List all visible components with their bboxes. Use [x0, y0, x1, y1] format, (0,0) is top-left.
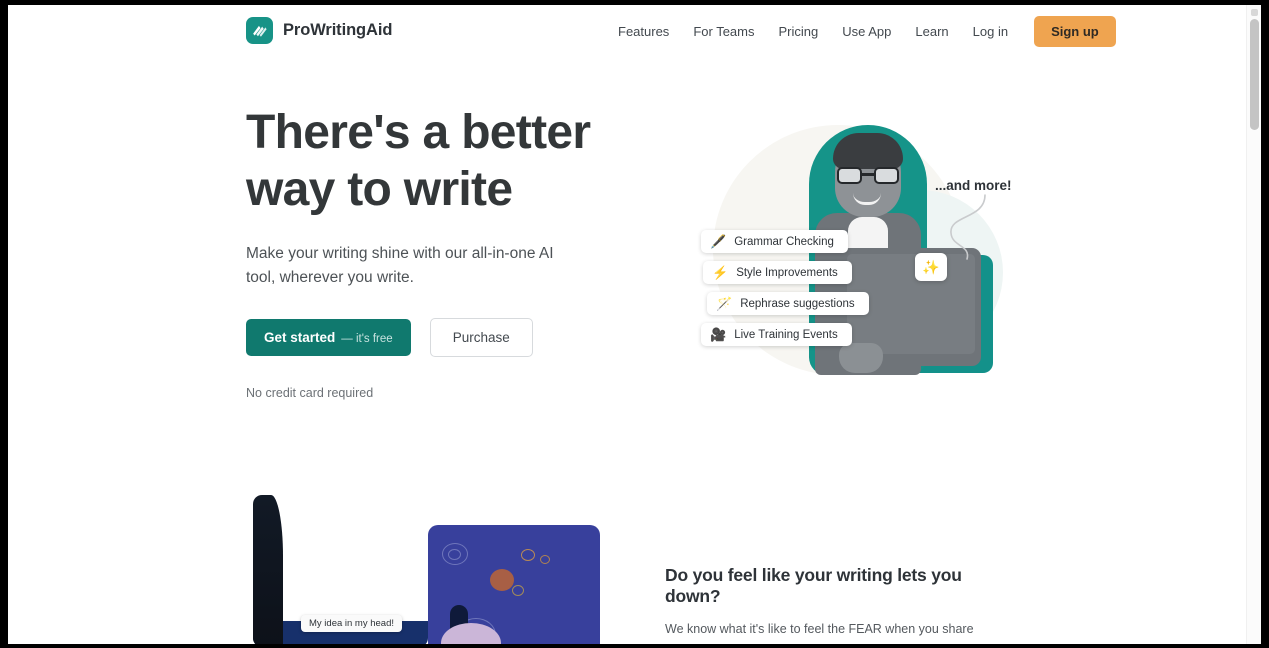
hero-subtitle: Make your writing shine with our all-in-…: [246, 245, 554, 287]
magic-wand-icon: 🪄: [716, 296, 733, 311]
starry-night-illustration: My idea in my head!: [246, 495, 600, 644]
brand-name: ProWritingAid: [283, 21, 393, 39]
sign-up-button[interactable]: Sign up: [1034, 16, 1116, 47]
swirl-shape: [448, 549, 461, 560]
person-hair: [833, 133, 903, 169]
vertical-scrollbar[interactable]: [1246, 5, 1261, 644]
brand-logo-link[interactable]: ProWritingAid: [246, 17, 392, 44]
hero-cta-group: Get started — it's free Purchase: [246, 318, 646, 358]
main-navigation: Features For Teams Pricing Use App Learn…: [606, 16, 1116, 47]
idea-caption-label: My idea in my head!: [301, 615, 403, 632]
and-more-label: ...and more!: [935, 178, 1012, 193]
feature-pill-style-improvements: ⚡ Style Improvements: [703, 261, 852, 284]
no-credit-card-note: No credit card required: [246, 386, 374, 401]
glasses-left-lens: [837, 167, 862, 184]
quill-pen-icon: 🖋️: [710, 234, 727, 249]
feature-pill-label: Rephrase suggestions: [740, 297, 855, 310]
section-body-text: We know what it's like to feel the FEAR …: [665, 622, 991, 644]
lower-section-copy: Do you feel like your writing lets you d…: [665, 565, 1015, 644]
nav-item-features[interactable]: Features: [606, 18, 681, 45]
swirl-shape: [540, 555, 550, 564]
nav-item-use-app[interactable]: Use App: [830, 18, 903, 45]
person-hand: [839, 343, 883, 373]
swirl-shape: [490, 569, 514, 591]
purchase-button[interactable]: Purchase: [429, 318, 533, 358]
hero-illustration: 🖋️ Grammar Checking ⚡ Style Improvements…: [663, 105, 1063, 405]
get-started-button[interactable]: Get started — it's free: [246, 319, 411, 357]
curved-arrow-icon: [950, 194, 986, 260]
get-started-note: — it's free: [341, 333, 393, 346]
swirl-shape: [521, 549, 535, 561]
feature-pill-live-training-events: 🎥 Live Training Events: [701, 323, 852, 346]
scrollbar-up-button[interactable]: [1251, 9, 1258, 16]
get-started-label: Get started: [264, 330, 336, 346]
feature-pill-label: Grammar Checking: [734, 235, 834, 248]
nav-item-learn[interactable]: Learn: [903, 18, 960, 45]
painting-cypress-tree: [253, 495, 283, 644]
webpage-content: ProWritingAid Features For Teams Pricing…: [8, 5, 1246, 644]
feature-pill-grammar-checking: 🖋️ Grammar Checking: [701, 230, 848, 253]
page-title: There's a better way to write: [246, 106, 591, 216]
lightning-bolt-icon: ⚡: [712, 265, 729, 280]
hero-copy: There's a better way to write Make your …: [246, 105, 646, 400]
scrollbar-thumb[interactable]: [1250, 19, 1259, 130]
nav-item-log-in[interactable]: Log in: [961, 18, 1020, 45]
eyeglasses-icon: [837, 167, 899, 184]
feature-pill-rephrase-suggestions: 🪄 Rephrase suggestions: [707, 292, 869, 315]
nav-item-for-teams[interactable]: For Teams: [681, 18, 766, 45]
browser-window: ProWritingAid Features For Teams Pricing…: [0, 0, 1269, 648]
glasses-right-lens: [874, 167, 899, 184]
page-viewport: ProWritingAid Features For Teams Pricing…: [8, 5, 1261, 644]
video-camera-icon: 🎥: [710, 327, 727, 342]
hero-feature-pills: 🖋️ Grammar Checking ⚡ Style Improvements…: [695, 230, 869, 346]
swirl-shape: [512, 585, 524, 596]
feature-pill-label: Live Training Events: [734, 328, 838, 341]
site-header: ProWritingAid Features For Teams Pricing…: [8, 5, 1246, 61]
glasses-bridge: [862, 173, 874, 176]
nav-item-pricing[interactable]: Pricing: [766, 18, 830, 45]
book-pages-icon: [246, 17, 273, 44]
feature-pill-label: Style Improvements: [736, 266, 838, 279]
section-heading: Do you feel like your writing lets you d…: [665, 565, 962, 606]
